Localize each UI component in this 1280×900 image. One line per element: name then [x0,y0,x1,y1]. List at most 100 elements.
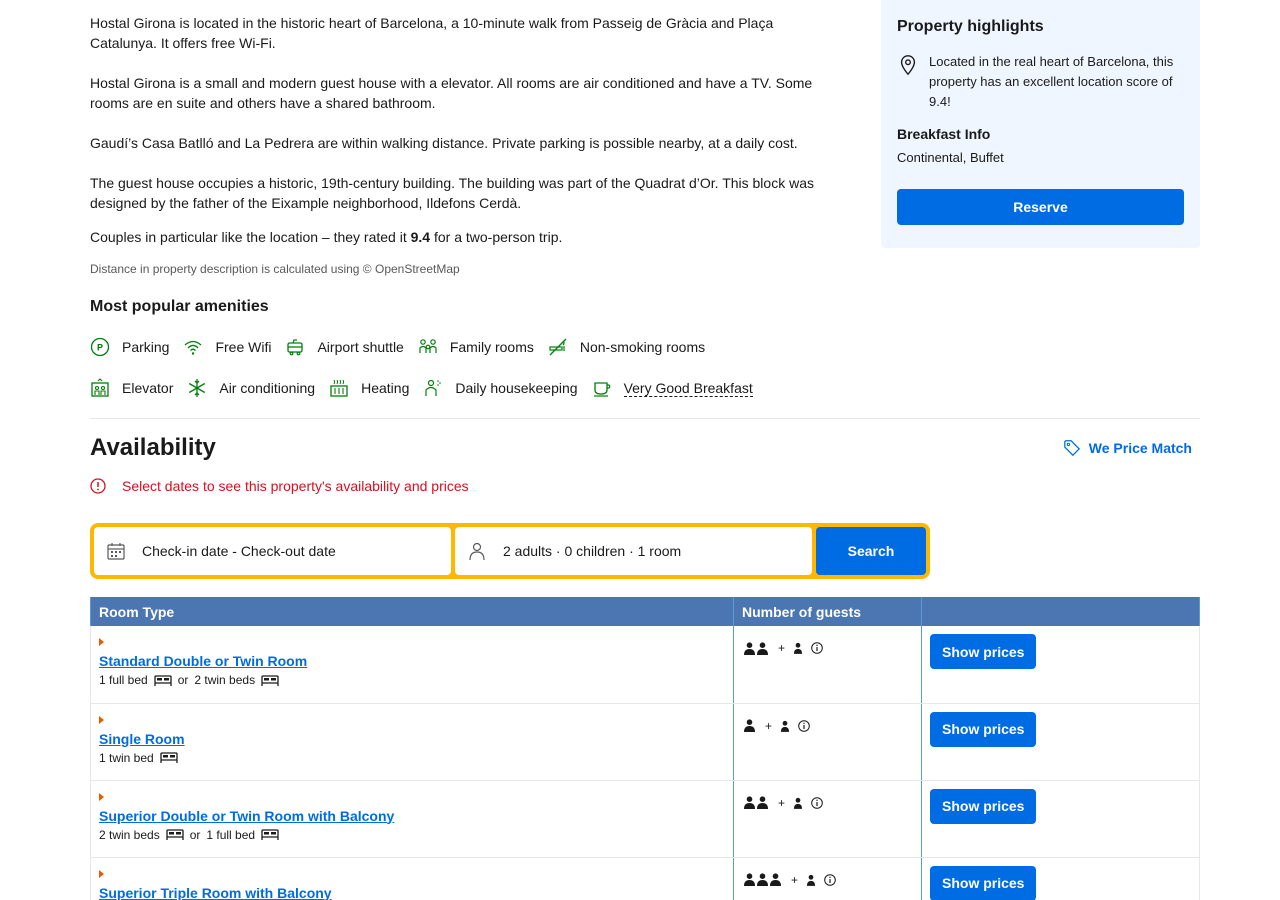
person-icon [744,719,755,732]
room-name-link[interactable]: Superior Triple Room with Balcony [99,885,332,900]
tag-icon [1063,440,1080,457]
housekeeping-icon [425,379,442,396]
plus-sign: + [791,872,799,887]
amenity-wifi: Free Wifi [183,337,271,357]
expand-caret-icon[interactable] [99,792,104,801]
child-person-icon [806,874,816,886]
action-cell: Show prices [921,780,1200,858]
column-header-actions [921,597,1200,626]
child-person-icon [793,642,803,654]
breakfast-info-title: Breakfast Info [897,126,991,142]
child-person-icon [780,720,790,732]
elevator-icon [91,378,109,397]
bed-icon [261,829,279,840]
availability-alert: Select dates to see this property's avai… [90,478,469,494]
room-name-link[interactable]: Standard Double or Twin Room [99,653,307,669]
person-icon [744,641,755,655]
bed-or: or [177,673,189,687]
bed-icon [261,674,279,686]
search-button[interactable]: Search [816,527,926,575]
breakfast-info-value: Continental, Buffet [897,150,1004,165]
description-paragraph: Gaudí’s Casa Batlló and La Pedrera are w… [90,135,798,151]
room-name-link[interactable]: Superior Double or Twin Room with Balcon… [99,808,394,824]
action-cell: Show prices [921,626,1200,704]
guests-field[interactable]: 2 adults · 0 children · 1 room [455,527,812,575]
room-table: Room Type Number of guests Standard Doub… [90,597,1200,900]
guests-cell: + [733,703,922,781]
calendar-icon [107,543,125,560]
bed-option: 1 full bed [99,673,148,687]
amenity-heating: Heating [329,378,409,398]
room-type-cell: Superior Triple Room with Balcony [90,857,734,900]
alert-circle-icon [90,478,106,494]
person-icon [757,873,768,886]
reserve-button[interactable]: Reserve [897,189,1184,225]
breakfast-link[interactable]: Very Good Breakfast [623,380,753,397]
room-row: Single Room 1 twin bed + Show prices [90,703,1200,781]
guest-capacity: + [744,719,911,733]
guest-capacity: + [744,796,911,810]
bed-info: 2 twin beds or 1 full bed [99,828,725,842]
info-icon[interactable] [798,719,810,732]
show-prices-button[interactable]: Show prices [930,865,1037,900]
guests-cell: + [733,780,922,858]
availability-search-bar: Check-in date - Check-out date 2 adults … [90,523,930,579]
property-description: Hostal Girona is located in the historic… [90,13,830,297]
highlights-title: Property highlights [897,18,1044,35]
date-picker-field[interactable]: Check-in date - Check-out date [94,527,451,575]
snowflake-icon [189,379,206,397]
amenity-parking: P Parking [90,337,169,357]
description-paragraph: The guest house occupies a historic, 19t… [90,175,814,211]
description-paragraph: Hostal Girona is located in the historic… [90,15,774,51]
amenity-non-smoking: Non-smoking rooms [548,337,705,357]
guest-capacity: + [744,641,911,655]
location-highlight: Located in the real heart of Barcelona, … [897,52,1184,112]
guests-value[interactable]: 2 adults · 0 children · 1 room [503,543,681,559]
family-icon [419,339,437,353]
child-person-icon [793,797,803,809]
bed-info: 1 twin bed [99,751,725,765]
info-icon[interactable] [811,642,823,654]
guests-cell: + [733,857,922,900]
person-icon [770,873,781,886]
distance-note: Distance in property description is calc… [90,262,460,276]
info-icon[interactable] [811,796,823,809]
amenity-air-conditioning: Air conditioning [187,378,315,398]
bed-option: 1 full bed [206,827,256,842]
amenities-title: Most popular amenities [90,298,269,315]
bed-icon [160,752,178,763]
expand-caret-icon[interactable] [99,869,104,878]
amenity-breakfast[interactable]: Very Good Breakfast [592,378,753,398]
section-divider [90,418,1200,419]
show-prices-button[interactable]: Show prices [930,788,1037,824]
room-type-cell: Standard Double or Twin Room 1 full bed or… [90,626,734,704]
price-match-link[interactable]: We Price Match [1063,439,1192,457]
map-pin-icon [900,55,916,76]
person-icon [469,542,485,561]
guest-capacity: + [744,873,911,887]
bed-option: 2 twin beds [99,827,160,842]
parking-icon: P [90,337,110,357]
person-icon [744,796,755,809]
wifi-icon [185,340,202,355]
info-icon[interactable] [824,873,836,886]
bed-icon [154,674,172,686]
show-prices-button[interactable]: Show prices [930,634,1037,669]
heating-icon [330,379,348,397]
expand-caret-icon[interactable] [99,638,104,646]
bed-or: or [189,827,201,842]
svg-text:P: P [97,343,103,353]
description-paragraph: Hostal Girona is a small and modern gues… [90,75,813,111]
person-icon [744,873,755,886]
column-header-room-type: Room Type [90,597,734,626]
date-picker-value[interactable]: Check-in date - Check-out date [142,543,336,559]
couples-score: 9.4 [410,229,431,245]
amenity-daily-housekeeping: Daily housekeeping [423,378,578,398]
action-cell: Show prices [921,703,1200,781]
room-name-link[interactable]: Single Room [99,731,185,747]
expand-caret-icon[interactable] [99,715,104,724]
no-smoking-icon [549,338,567,356]
location-highlight-text: Located in the real heart of Barcelona, … [929,54,1174,109]
plus-sign: + [778,795,786,810]
show-prices-button[interactable]: Show prices [930,711,1037,747]
